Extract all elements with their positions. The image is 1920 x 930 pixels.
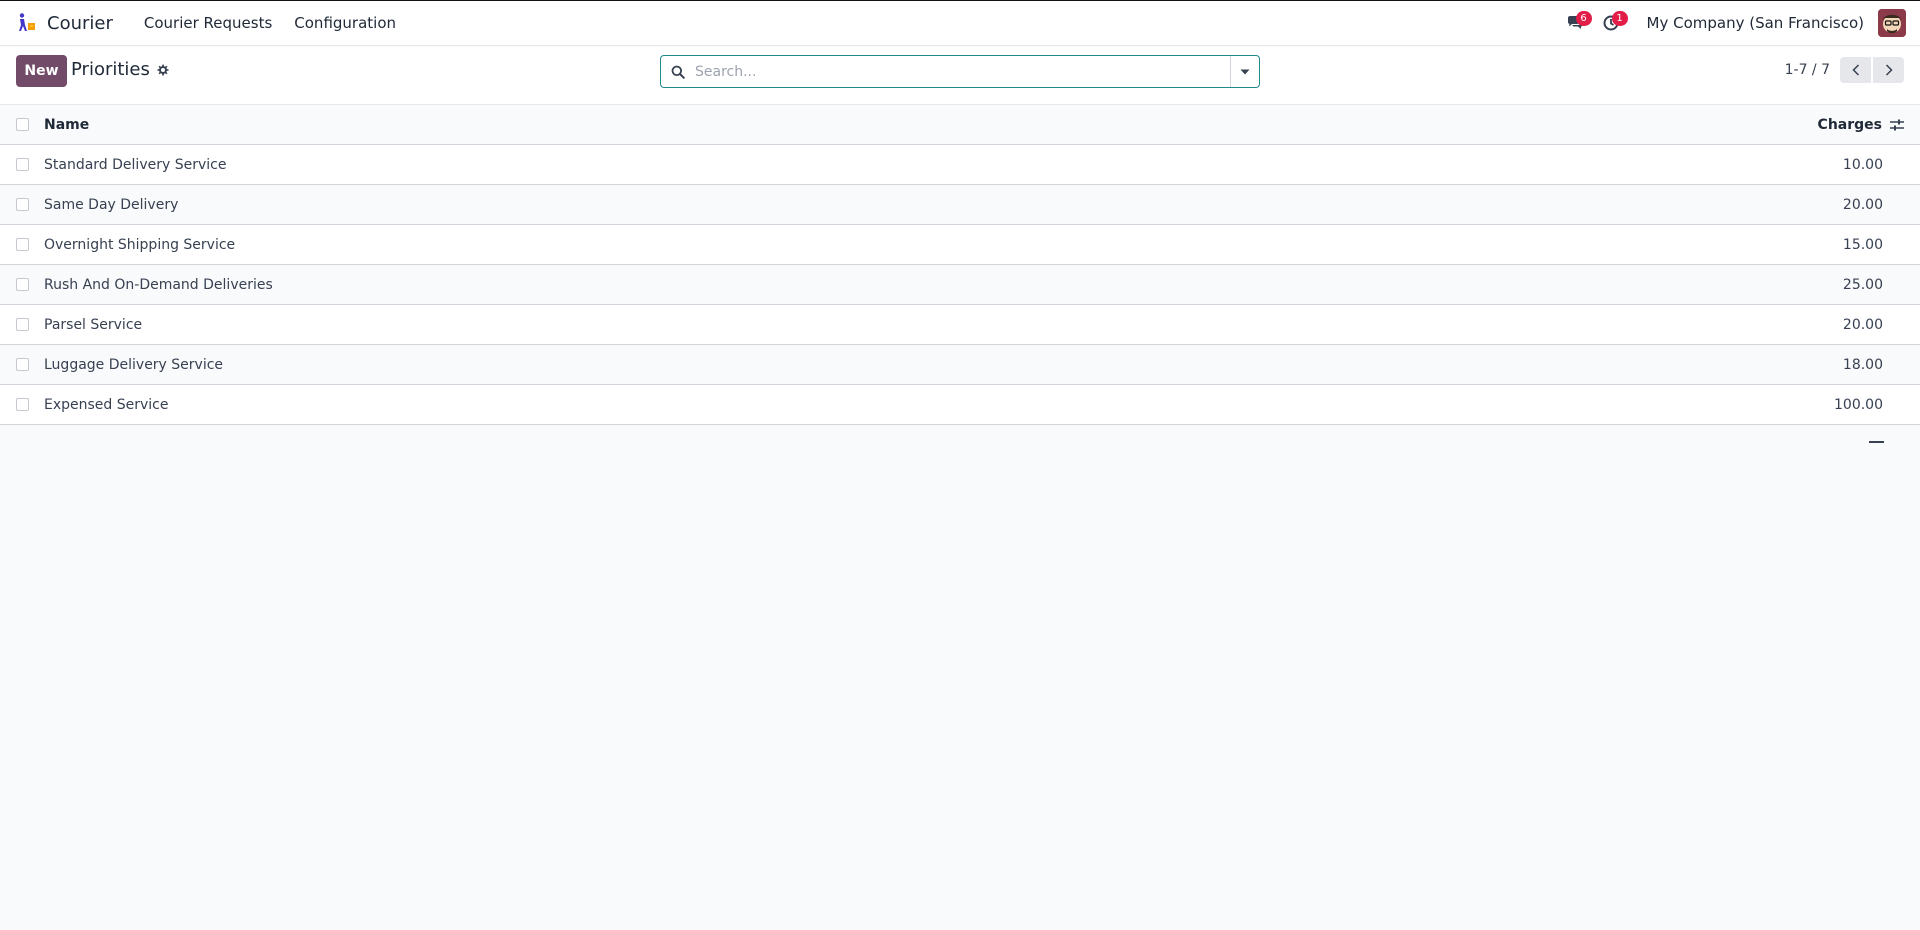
top-navbar: Courier Courier Requests Configuration 6…: [0, 0, 1920, 46]
messages-button[interactable]: 6: [1557, 0, 1593, 46]
activities-badge: 1: [1611, 11, 1628, 26]
row-checkbox[interactable]: [16, 198, 29, 211]
sliders-icon: [1890, 119, 1904, 130]
row-checkbox[interactable]: [16, 238, 29, 251]
list-view: Name Charges Standard Delivery Service 1…: [0, 105, 1920, 425]
table-row[interactable]: Overnight Shipping Service 15.00: [0, 225, 1920, 265]
app-brand[interactable]: Courier: [16, 0, 113, 46]
table-row[interactable]: Expensed Service 100.00: [0, 385, 1920, 425]
table-header: Name Charges: [0, 105, 1920, 145]
column-header-name[interactable]: Name: [44, 117, 1690, 133]
pager-next-button[interactable]: [1873, 57, 1904, 83]
row-name: Luggage Delivery Service: [44, 356, 224, 373]
row-name: Standard Delivery Service: [44, 156, 227, 173]
search-options-toggle[interactable]: [1230, 56, 1259, 87]
chevron-left-icon: [1851, 64, 1859, 76]
row-checkbox[interactable]: [16, 158, 29, 171]
row-name: Rush And On-Demand Deliveries: [44, 276, 273, 293]
table-row[interactable]: Standard Delivery Service 10.00: [0, 145, 1920, 185]
row-charges: 15.00: [1842, 236, 1883, 253]
row-charges: 10.00: [1842, 156, 1883, 173]
app-name: Courier: [47, 12, 113, 34]
search-bar: [660, 55, 1260, 88]
table-row[interactable]: Same Day Delivery 20.00: [0, 185, 1920, 225]
charges-total-placeholder: [1869, 441, 1884, 443]
row-name: Overnight Shipping Service: [44, 236, 236, 253]
gear-icon[interactable]: [156, 63, 170, 77]
menu-courier-requests[interactable]: Courier Requests: [133, 0, 283, 46]
row-charges: 25.00: [1842, 276, 1883, 293]
chevron-right-icon: [1885, 64, 1893, 76]
pager-value[interactable]: 1-7 / 7: [1785, 62, 1830, 78]
caret-down-icon: [1240, 69, 1250, 74]
search-input[interactable]: [695, 56, 1230, 87]
optional-columns-toggle[interactable]: [1890, 119, 1920, 131]
row-charges: 18.00: [1842, 356, 1883, 373]
control-panel: New Priorities 1-7 / 7: [0, 47, 1920, 105]
row-checkbox[interactable]: [16, 358, 29, 371]
activities-button[interactable]: 1: [1593, 0, 1629, 46]
table-row[interactable]: Parsel Service 20.00: [0, 305, 1920, 345]
pager: 1-7 / 7: [1785, 55, 1904, 85]
systray: 6 1 My Company (San Francisco): [1557, 0, 1920, 46]
company-switcher[interactable]: My Company (San Francisco): [1647, 14, 1864, 32]
column-header-charges[interactable]: Charges: [1690, 117, 1890, 133]
new-button[interactable]: New: [16, 55, 67, 87]
breadcrumb: Priorities: [71, 59, 170, 80]
row-name: Expensed Service: [44, 396, 169, 413]
main-menu: Courier Requests Configuration: [133, 0, 407, 46]
select-all-checkbox[interactable]: [16, 118, 29, 131]
user-avatar-image: [1878, 9, 1906, 37]
row-name: Parsel Service: [44, 316, 143, 333]
table-row[interactable]: Rush And On-Demand Deliveries 25.00: [0, 265, 1920, 305]
search-icon: [661, 56, 695, 87]
row-checkbox[interactable]: [16, 398, 29, 411]
row-charges: 20.00: [1842, 316, 1883, 333]
menu-configuration[interactable]: Configuration: [283, 0, 407, 46]
user-avatar[interactable]: [1878, 9, 1906, 37]
messages-badge: 6: [1575, 11, 1592, 26]
row-charges: 20.00: [1842, 196, 1883, 213]
row-checkbox[interactable]: [16, 278, 29, 291]
pager-previous-button[interactable]: [1840, 57, 1871, 83]
row-charges: 100.00: [1834, 396, 1883, 413]
table-row[interactable]: Luggage Delivery Service 18.00: [0, 345, 1920, 385]
row-checkbox[interactable]: [16, 318, 29, 331]
page-title: Priorities: [71, 59, 150, 80]
courier-app-icon: [19, 13, 35, 31]
row-name: Same Day Delivery: [44, 196, 179, 213]
